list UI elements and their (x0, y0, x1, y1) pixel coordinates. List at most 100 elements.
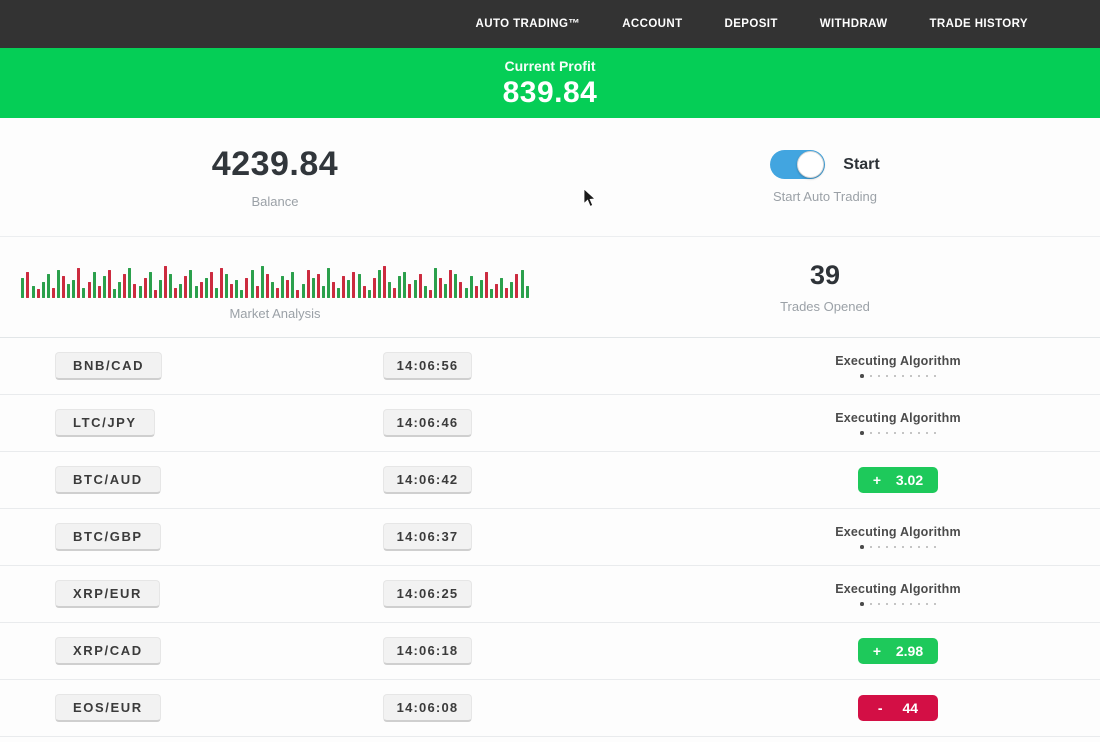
nav-item-deposit[interactable]: DEPOSIT (725, 18, 778, 30)
candle-bar (307, 270, 310, 298)
trades-table: BNB/CAD14:06:56Executing AlgorithmLTC/JP… (0, 338, 1100, 737)
candle-bar (139, 286, 142, 298)
candle-bar (174, 288, 177, 298)
trade-time: 14:06:42 (383, 466, 473, 494)
result-sign: + (873, 472, 881, 488)
candle-bar (169, 274, 172, 298)
candle-bar (210, 272, 213, 298)
candle-bar (373, 278, 376, 298)
result-sign: - (878, 700, 883, 716)
auto-trading-toggle[interactable] (770, 150, 825, 179)
toggle-caption: Start Auto Trading (773, 189, 877, 204)
top-nav: AUTO TRADING™ ACCOUNT DEPOSIT WITHDRAW TRADE… (0, 0, 1100, 48)
candle-bar (261, 266, 264, 298)
nav-item-account[interactable]: ACCOUNT (622, 18, 682, 30)
pair-chip[interactable]: XRP/CAD (55, 637, 161, 665)
candle-bar (515, 274, 518, 298)
trade-time: 14:06:08 (383, 694, 473, 722)
candle-bar (439, 278, 442, 298)
candle-bar (363, 286, 366, 298)
progress-dots (835, 602, 961, 606)
trade-time: 14:06:18 (383, 637, 473, 665)
pair-chip[interactable]: EOS/EUR (55, 694, 161, 722)
toggle-label: Start (843, 156, 879, 174)
trade-time: 14:06:25 (383, 580, 473, 608)
progress-dot (894, 432, 896, 434)
candle-bar (164, 266, 167, 298)
candle-bar (383, 266, 386, 298)
candle-bar (184, 276, 187, 298)
trade-time: 14:06:46 (383, 409, 473, 437)
progress-dot (894, 546, 896, 548)
market-analysis-chart (21, 260, 528, 298)
progress-dot (910, 432, 912, 434)
progress-dot (878, 375, 880, 377)
progress-dot (886, 432, 888, 434)
progress-dot (934, 546, 936, 548)
candle-bar (200, 282, 203, 298)
candle-bar (368, 290, 371, 298)
trade-time: 14:06:37 (383, 523, 473, 551)
candle-bar (67, 284, 70, 298)
candle-bar (128, 268, 131, 298)
candle-bar (429, 290, 432, 298)
status-executing-label: Executing Algorithm (835, 525, 961, 539)
pair-chip[interactable]: XRP/EUR (55, 580, 160, 608)
candle-bar (403, 272, 406, 298)
progress-dots (835, 545, 961, 549)
nav-item-auto-trading[interactable]: AUTO TRADING™ (476, 18, 581, 30)
pair-chip[interactable]: BTC/AUD (55, 466, 161, 494)
candle-bar (42, 282, 45, 298)
table-row: XRP/EUR14:06:25Executing Algorithm (0, 566, 1100, 623)
pair-chip[interactable]: BNB/CAD (55, 352, 162, 380)
candle-bar (358, 274, 361, 298)
candle-bar (159, 280, 162, 298)
candle-bar (444, 284, 447, 298)
candle-bar (454, 274, 457, 298)
progress-dot (934, 375, 936, 377)
result-badge: +3.02 (858, 467, 938, 493)
candle-bar (123, 274, 126, 298)
candle-bar (195, 286, 198, 298)
candle-bar (302, 284, 305, 298)
status-executing: Executing Algorithm (835, 411, 961, 435)
candle-bar (225, 274, 228, 298)
candle-bar (189, 270, 192, 298)
candle-bar (398, 276, 401, 298)
pair-chip[interactable]: LTC/JPY (55, 409, 155, 437)
nav-item-trade-history[interactable]: TRADE HISTORY (930, 18, 1029, 30)
balance-value: 4239.84 (212, 145, 338, 184)
candle-bar (296, 290, 299, 298)
candle-bar (113, 289, 116, 298)
candle-bar (251, 270, 254, 298)
table-row: LTC/JPY 14:06:46 Executing Algorithm (0, 395, 1100, 452)
candle-bar (495, 284, 498, 298)
candle-bar (286, 280, 289, 298)
candle-bar (414, 280, 417, 298)
candle-bar (72, 280, 75, 298)
candle-bar (388, 282, 391, 298)
candle-bar (291, 272, 294, 298)
progress-dot (870, 603, 872, 605)
market-analysis-block: Market Analysis (0, 237, 550, 337)
progress-dot (918, 546, 920, 548)
nav-item-withdraw[interactable]: WITHDRAW (820, 18, 888, 30)
candle-bar (449, 270, 452, 298)
candle-bar (26, 272, 29, 298)
result-value: 44 (902, 700, 918, 716)
candle-bar (266, 274, 269, 298)
progress-dot (902, 603, 904, 605)
app-window: AUTO TRADING™ ACCOUNT DEPOSIT WITHDRAW TRADE… (0, 0, 1100, 742)
candle-bar (77, 268, 80, 298)
status-executing-label: Executing Algorithm (835, 411, 961, 425)
candle-bar (93, 272, 96, 298)
candle-bar (500, 278, 503, 298)
pair-chip[interactable]: BTC/GBP (55, 523, 161, 551)
candle-bar (256, 286, 259, 298)
trades-opened-block: 39 Trades Opened (550, 237, 1100, 337)
progress-dot (894, 603, 896, 605)
market-analysis-label: Market Analysis (229, 306, 320, 321)
status-executing: Executing Algorithm (835, 354, 961, 378)
candle-bar (465, 288, 468, 298)
candle-bar (322, 286, 325, 298)
